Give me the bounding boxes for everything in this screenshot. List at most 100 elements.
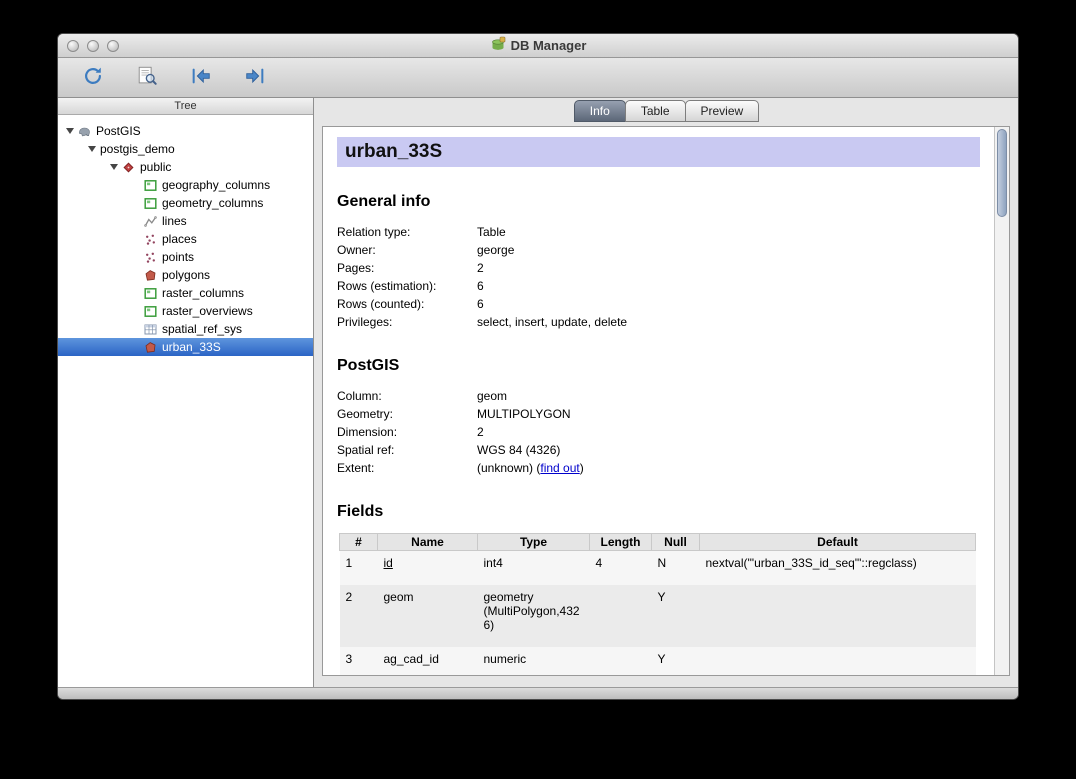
info-row: Geometry:MULTIPOLYGON (337, 405, 980, 423)
fields-column-header: Null (652, 534, 700, 551)
point-layer-icon (144, 251, 158, 264)
tree-item-label: raster_overviews (162, 304, 253, 318)
tree-item-urban_33S[interactable]: urban_33S (58, 338, 313, 356)
field-length (590, 647, 652, 675)
fields-table-row: 2geomgeometry (MultiPolygon,4326)Y (340, 585, 976, 647)
tab-table[interactable]: Table (625, 100, 686, 122)
refresh-icon (82, 65, 104, 90)
import-layer-button[interactable] (186, 64, 216, 92)
info-label: Extent: (337, 459, 477, 477)
field-default (700, 647, 976, 675)
tab-info[interactable]: Info (574, 100, 626, 122)
info-label: Column: (337, 387, 477, 405)
info-value: george (477, 243, 514, 257)
tree-item-lines[interactable]: lines (58, 212, 313, 230)
scrollbar-thumb[interactable] (997, 129, 1007, 217)
field-num: 3 (340, 647, 378, 675)
info-value: MULTIPOLYGON (477, 407, 571, 421)
export-to-file-icon (244, 65, 266, 90)
point-layer-icon (144, 233, 158, 246)
db-manager-icon (490, 36, 506, 55)
title-bar[interactable]: DB Manager (58, 34, 1018, 58)
window-title-group: DB Manager (490, 36, 587, 55)
disclosure-triangle-icon[interactable] (88, 146, 96, 152)
tree-item-raster_columns[interactable]: raster_columns (58, 284, 313, 302)
info-scroll-area: urban_33S General info Relation type:Tab… (323, 127, 994, 675)
info-row: Pages:2 (337, 259, 980, 277)
tree-item-label: public (140, 160, 171, 174)
info-value: geom (477, 389, 507, 403)
info-value: WGS 84 (4326) (477, 443, 560, 457)
tree-item-label: spatial_ref_sys (162, 322, 242, 336)
tree: PostGIS postgis_demopublic geography_colum… (58, 115, 313, 687)
tree-panel-header: Tree (58, 98, 313, 115)
tree-item-geometry_columns[interactable]: geometry_columns (58, 194, 313, 212)
field-type: geometry (MultiPolygon,4326) (478, 585, 590, 647)
tree-item-geography_columns[interactable]: geography_columns (58, 176, 313, 194)
fields-column-header: # (340, 534, 378, 551)
info-row: Rows (estimation):6 (337, 277, 980, 295)
fields-column-header: Type (478, 534, 590, 551)
tree-item-postgis_demo[interactable]: postgis_demo (58, 140, 313, 158)
field-length (590, 585, 652, 647)
info-row: Dimension:2 (337, 423, 980, 441)
vertical-scrollbar[interactable] (994, 127, 1009, 675)
tree-panel: Tree PostGIS postgis_demopublic geography_… (58, 98, 314, 687)
tree-item-label: geography_columns (162, 178, 270, 192)
tree-item-spatial_ref_sys[interactable]: spatial_ref_sys (58, 320, 313, 338)
field-null: N (652, 551, 700, 586)
refresh-button[interactable] (78, 64, 108, 92)
fields-column-header: Default (700, 534, 976, 551)
schema-icon (122, 161, 136, 174)
tree-item-PostGIS[interactable]: PostGIS (58, 122, 313, 140)
field-num: 2 (340, 585, 378, 647)
tree-item-raster_overviews[interactable]: raster_overviews (58, 302, 313, 320)
info-row: Column:geom (337, 387, 980, 405)
info-label: Owner: (337, 241, 477, 259)
zoom-button[interactable] (107, 40, 119, 52)
table-icon (144, 323, 158, 336)
info-row: Privileges:select, insert, update, delet… (337, 313, 980, 331)
sql-window-button[interactable] (132, 64, 162, 92)
sql-window-icon (136, 65, 158, 90)
object-title: urban_33S (337, 137, 980, 167)
field-default (700, 585, 976, 647)
disclosure-triangle-icon[interactable] (66, 128, 74, 134)
field-name: id (378, 551, 478, 586)
export-to-file-button[interactable] (240, 64, 270, 92)
info-label: Geometry: (337, 405, 477, 423)
tree-item-points[interactable]: points (58, 248, 313, 266)
fields-column-header: Length (590, 534, 652, 551)
tree-item-label: postgis_demo (100, 142, 175, 156)
find-out-link[interactable]: find out (540, 461, 579, 475)
tree-item-label: points (162, 250, 194, 264)
columns-table-icon (144, 197, 158, 210)
tree-item-polygons[interactable]: polygons (58, 266, 313, 284)
import-layer-icon (190, 65, 212, 90)
tab-preview[interactable]: Preview (685, 100, 760, 122)
minimize-button[interactable] (87, 40, 99, 52)
tab-bar: InfoTablePreview (314, 98, 1018, 122)
tree-item-label: raster_columns (162, 286, 244, 300)
general-info-heading: General info (337, 193, 980, 211)
close-button[interactable] (67, 40, 79, 52)
info-value: 2 (477, 261, 484, 275)
detail-panel: InfoTablePreview urban_33S General info … (314, 98, 1018, 687)
tree-item-label: geometry_columns (162, 196, 263, 210)
columns-table-icon (144, 287, 158, 300)
field-type: int4 (478, 551, 590, 586)
tree-item-public[interactable]: public (58, 158, 313, 176)
tree-item-places[interactable]: places (58, 230, 313, 248)
field-name: geom (378, 585, 478, 647)
fields-table-body: 1idint44Nnextval('"urban_33S_id_seq"'::r… (340, 551, 976, 676)
field-length: 4 (590, 551, 652, 586)
postgis-icon (78, 125, 92, 138)
tree-item-label: polygons (162, 268, 210, 282)
window-resize-edge[interactable] (58, 687, 1018, 699)
line-layer-icon (144, 215, 158, 228)
disclosure-triangle-icon[interactable] (110, 164, 118, 170)
window-title: DB Manager (511, 38, 587, 53)
fields-heading: Fields (337, 503, 980, 521)
fields-table-row: 1idint44Nnextval('"urban_33S_id_seq"'::r… (340, 551, 976, 586)
info-row: Relation type:Table (337, 223, 980, 241)
